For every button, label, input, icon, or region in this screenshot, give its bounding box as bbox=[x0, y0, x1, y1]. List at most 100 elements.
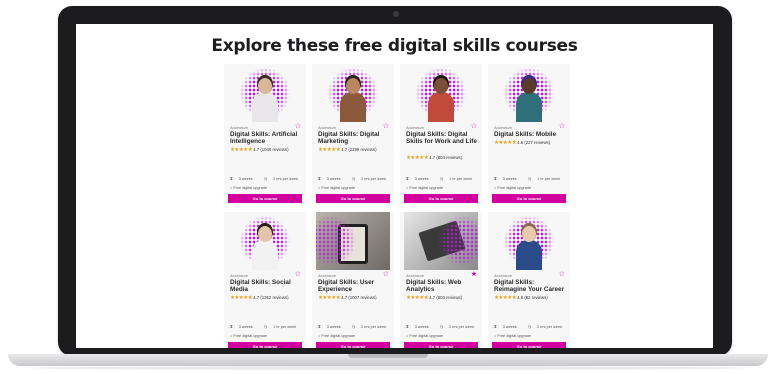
course-rating: ★★★★★4.7 (1352 reviews) bbox=[230, 295, 289, 301]
course-image[interactable] bbox=[404, 212, 478, 270]
course-title[interactable]: Digital Skills: Reimagine Your Career bbox=[494, 279, 566, 293]
laptop-shadow bbox=[30, 366, 746, 370]
go-to-course-button[interactable]: Go to course bbox=[228, 194, 302, 203]
duration-item: ⧗ 3 weeks bbox=[230, 177, 258, 181]
effort-item: ◷ 2 hrs per week bbox=[264, 177, 303, 181]
course-meta: ⧗ 3 weeks ◷ 2 hrs per week bbox=[494, 324, 570, 329]
course-provider: Accenture bbox=[318, 273, 337, 278]
course-hours: 2 hrs per week bbox=[273, 177, 299, 181]
go-to-course-button[interactable]: Go to course bbox=[404, 194, 478, 203]
upgrade-text: Free digital upgrade bbox=[233, 186, 268, 190]
course-rating: ★★★★★4.8 (82 reviews) bbox=[494, 295, 548, 301]
rating-stars-icon: ★★★★★ bbox=[230, 295, 253, 302]
course-title[interactable]: Digital Skills: Digital Marketing bbox=[318, 131, 390, 145]
rating-text: 4.8 (82 reviews) bbox=[517, 295, 548, 301]
course-weeks: 3 weeks bbox=[238, 325, 253, 329]
course-meta: ⧗ 3 weeks ◷ 1 hr per week bbox=[494, 176, 570, 181]
course-card[interactable]: Accenture ☆ Digital Skills: User Experie… bbox=[312, 212, 394, 348]
star-outline-icon[interactable]: ☆ bbox=[471, 123, 477, 130]
person-illustration bbox=[516, 222, 542, 270]
upgrade-info: ⌂ Free digital upgrade bbox=[494, 334, 531, 338]
course-card[interactable]: Accenture ☆ Digital Skills: Mobile ★★★★★… bbox=[488, 64, 570, 204]
clock-icon: ◷ bbox=[263, 177, 268, 181]
course-image[interactable] bbox=[316, 212, 390, 270]
course-rating: ★★★★★4.7 (603 reviews) bbox=[406, 295, 462, 301]
laptop-frame: Explore these free digital skills course… bbox=[58, 6, 732, 356]
course-hours: 2 hrs per week bbox=[537, 325, 563, 329]
course-image[interactable] bbox=[228, 212, 302, 270]
course-image[interactable] bbox=[404, 64, 478, 122]
duration-item: ⧗ 3 weeks bbox=[230, 325, 258, 329]
course-image[interactable] bbox=[492, 64, 566, 122]
course-card[interactable]: Accenture ☆ Digital Skills: Social Media… bbox=[224, 212, 306, 348]
clock-icon: ◷ bbox=[527, 325, 532, 329]
rating-text: 4.7 (1352 reviews) bbox=[253, 295, 289, 301]
star-outline-icon[interactable]: ☆ bbox=[559, 123, 565, 130]
effort-item: ◷ 1 hr per week bbox=[264, 325, 301, 329]
course-title[interactable]: Digital Skills: Digital Skills for Work … bbox=[406, 131, 478, 145]
effort-item: ◷ 2 hrs per week bbox=[440, 325, 479, 329]
course-title[interactable]: Digital Skills: Mobile bbox=[494, 131, 566, 138]
course-image[interactable] bbox=[492, 212, 566, 270]
star-outline-icon[interactable]: ☆ bbox=[295, 123, 301, 130]
rating-text: 4.7 (2299 reviews) bbox=[341, 147, 377, 153]
star-outline-icon[interactable]: ☆ bbox=[383, 271, 389, 278]
upgrade-icon: ⌂ bbox=[230, 186, 233, 190]
go-to-course-button[interactable]: Go to course bbox=[228, 342, 302, 348]
course-image[interactable] bbox=[316, 64, 390, 122]
effort-item: ◷ 1 hr per week bbox=[440, 177, 477, 181]
duration-item: ⧗ 3 weeks bbox=[406, 325, 434, 329]
upgrade-icon: ⌂ bbox=[494, 186, 497, 190]
course-weeks: 3 weeks bbox=[502, 325, 517, 329]
course-provider: Accenture bbox=[494, 125, 513, 130]
pattern-dots bbox=[438, 216, 478, 266]
rating-stars-icon: ★★★★★ bbox=[406, 295, 429, 302]
clock-icon: ◷ bbox=[439, 177, 444, 181]
course-provider: Accenture bbox=[406, 125, 425, 130]
upgrade-text: Free digital upgrade bbox=[321, 186, 356, 190]
course-weeks: 3 weeks bbox=[326, 177, 341, 181]
rating-text: 4.7 (603 reviews) bbox=[429, 295, 463, 301]
duration-item: ⧗ 3 weeks bbox=[494, 177, 522, 181]
star-outline-icon[interactable]: ☆ bbox=[383, 123, 389, 130]
course-card[interactable]: Accenture ☆ Digital Skills: Artificial I… bbox=[224, 64, 306, 204]
upgrade-text: Free digital upgrade bbox=[497, 186, 532, 190]
hourglass-icon: ⧗ bbox=[406, 325, 409, 329]
upgrade-icon: ⌂ bbox=[318, 334, 321, 338]
course-card[interactable]: Accenture ☆ Digital Skills: Digital Skil… bbox=[400, 64, 482, 204]
go-to-course-button[interactable]: Go to course bbox=[404, 342, 478, 348]
star-outline-icon[interactable]: ☆ bbox=[559, 271, 565, 278]
course-weeks: 3 weeks bbox=[414, 177, 429, 181]
duration-item: ⧗ 3 weeks bbox=[318, 325, 346, 329]
hourglass-icon: ⧗ bbox=[230, 177, 233, 181]
course-hours: 2 hrs per week bbox=[361, 177, 387, 181]
go-to-course-button[interactable]: Go to course bbox=[316, 194, 390, 203]
upgrade-text: Free digital upgrade bbox=[497, 334, 532, 338]
upgrade-icon: ⌂ bbox=[230, 334, 233, 338]
course-weeks: 3 weeks bbox=[502, 177, 517, 181]
go-to-course-button[interactable]: Go to course bbox=[492, 342, 566, 348]
course-provider: Accenture bbox=[230, 273, 249, 278]
course-title[interactable]: Digital Skills: Artificial Intelligence bbox=[230, 131, 302, 145]
course-card[interactable]: Accenture ★ Digital Skills: Web Analytic… bbox=[400, 212, 482, 348]
star-filled-icon[interactable]: ★ bbox=[471, 271, 477, 278]
upgrade-icon: ⌂ bbox=[494, 334, 497, 338]
course-hours: 2 hrs per week bbox=[361, 325, 387, 329]
course-title[interactable]: Digital Skills: User Experience bbox=[318, 279, 390, 293]
clock-icon: ◷ bbox=[351, 177, 356, 181]
course-card[interactable]: Accenture ☆ Digital Skills: Reimagine Yo… bbox=[488, 212, 570, 348]
course-weeks: 3 weeks bbox=[414, 325, 429, 329]
star-outline-icon[interactable]: ☆ bbox=[295, 271, 301, 278]
course-hours: 2 hrs per week bbox=[449, 325, 475, 329]
upgrade-icon: ⌂ bbox=[406, 186, 409, 190]
course-title[interactable]: Digital Skills: Web Analytics bbox=[406, 279, 478, 293]
rating-stars-icon: ★★★★★ bbox=[318, 147, 341, 154]
course-image[interactable] bbox=[228, 64, 302, 122]
duration-item: ⧗ 3 weeks bbox=[494, 325, 522, 329]
go-to-course-button[interactable]: Go to course bbox=[492, 194, 566, 203]
course-title[interactable]: Digital Skills: Social Media bbox=[230, 279, 302, 293]
go-to-course-button[interactable]: Go to course bbox=[316, 342, 390, 348]
rating-stars-icon: ★★★★★ bbox=[230, 147, 253, 154]
effort-item: ◷ 2 hrs per week bbox=[528, 325, 567, 329]
course-card[interactable]: Accenture ☆ Digital Skills: Digital Mark… bbox=[312, 64, 394, 204]
